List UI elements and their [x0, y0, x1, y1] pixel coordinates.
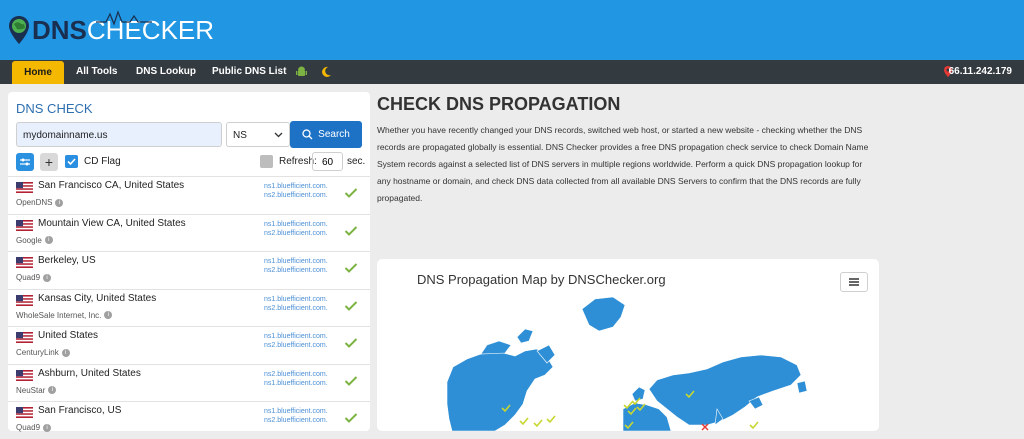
- ns-record-2: ns2.bluefficient.com.: [264, 229, 328, 237]
- search-button[interactable]: Search: [290, 121, 362, 148]
- info-icon[interactable]: i: [48, 386, 57, 395]
- pulse-line-icon: [96, 10, 152, 26]
- server-provider: Google i: [16, 236, 53, 245]
- search-button-label: Search: [318, 129, 350, 140]
- ns-record-1: ns1.bluefficient.com.: [264, 333, 328, 340]
- refresh-unit: sec.: [347, 156, 366, 167]
- server-provider: CenturyLink i: [16, 348, 70, 357]
- server-provider: OpenDNS i: [16, 198, 64, 207]
- server-location: Mountain View CA, United States: [38, 217, 186, 229]
- info-icon[interactable]: i: [61, 348, 70, 357]
- info-icon[interactable]: i: [104, 311, 113, 320]
- server-location: Ashburn, United States: [38, 367, 141, 379]
- main-nav: Home All Tools DNS Lookup Public DNS Lis…: [0, 60, 1024, 84]
- ns-record-1: ns1.bluefficient.com.: [264, 295, 328, 303]
- android-icon[interactable]: [296, 66, 307, 78]
- us-flag-icon: [16, 369, 33, 381]
- chevron-down-icon: [274, 132, 283, 138]
- header-bar: DNS CHECKER: [0, 0, 1024, 60]
- server-provider: NeuStar i: [16, 385, 57, 395]
- nav-dns-lookup[interactable]: DNS Lookup: [136, 60, 196, 84]
- add-server-button[interactable]: +: [40, 153, 58, 171]
- ns-record-2: ns2.bluefficient.com.: [264, 192, 328, 199]
- result-row: United States CenturyLink i ns1.bluefficien…: [8, 326, 370, 364]
- provider-name: Google: [16, 235, 42, 245]
- server-provider: WholeSale Internet, Inc. i: [16, 310, 113, 320]
- ns-record-1: ns1.bluefficient.com.: [264, 258, 328, 265]
- provider-name: CenturyLink: [16, 348, 59, 357]
- ns-record-2: ns2.bluefficient.com.: [264, 267, 328, 274]
- provider-name: NeuStar: [16, 385, 46, 395]
- dns-check-title: DNS CHECK: [16, 101, 93, 116]
- nav-all-tools[interactable]: All Tools: [76, 60, 117, 84]
- us-flag-icon: [16, 257, 33, 268]
- provider-name: OpenDNS: [16, 198, 53, 207]
- user-ip-address: 66.11.242.179: [948, 66, 1012, 77]
- server-location: Berkeley, US: [38, 255, 96, 266]
- nav-public-dns-list[interactable]: Public DNS List: [212, 60, 286, 84]
- refresh-checkbox[interactable]: [260, 155, 273, 168]
- check-success-icon: [344, 338, 358, 348]
- ns-record-1: ns2.bluefficient.com.: [264, 370, 328, 378]
- plus-icon: +: [44, 154, 54, 170]
- server-location: Kansas City, United States: [38, 292, 157, 304]
- page-title: CHECK DNS PROPAGATION: [377, 94, 621, 114]
- logo-text-dns: DNS: [32, 14, 87, 45]
- check-success-icon: [344, 188, 358, 198]
- check-success-icon: [344, 225, 358, 236]
- server-location: United States: [38, 330, 99, 341]
- result-row: Berkeley, US Quad9 i ns1.bluefficient.com. n…: [8, 251, 370, 289]
- propagation-map-card: DNS Propagation Map by DNSChecker.org: [377, 259, 879, 431]
- record-type-select[interactable]: NS: [226, 122, 290, 147]
- checkmark-icon: [67, 158, 76, 166]
- ns-record-1: ns1.bluefficient.com.: [264, 408, 328, 415]
- server-provider: Quad9 i: [16, 273, 52, 282]
- us-flag-icon: [16, 219, 33, 231]
- ns-record-1: ns1.bluefficient.com.: [264, 220, 328, 228]
- result-row: San Francisco, US Quad9 i ns1.bluefficient.…: [8, 401, 370, 439]
- info-icon[interactable]: i: [44, 236, 53, 245]
- dns-check-panel: DNS CHECK mydomainname.us NS Search + CD…: [8, 92, 370, 432]
- domain-input[interactable]: mydomainname.us: [16, 122, 222, 147]
- ns-record-2: ns2.bluefficient.com.: [264, 417, 328, 424]
- result-row: San Francisco CA, United States OpenDNS i n…: [8, 176, 370, 214]
- provider-name: Quad9: [16, 273, 41, 282]
- dnschecker-logo[interactable]: DNS CHECKER: [8, 10, 214, 48]
- check-success-icon: [344, 375, 358, 386]
- record-type-value: NS: [233, 130, 247, 141]
- info-icon[interactable]: i: [43, 273, 52, 282]
- server-location: San Francisco CA, United States: [38, 180, 185, 191]
- world-map[interactable]: [377, 259, 879, 431]
- globe-pin-icon: [9, 16, 29, 44]
- result-row: Kansas City, United States WholeSale Inte…: [8, 288, 370, 327]
- page-description: Whether you have recently changed your D…: [377, 125, 869, 203]
- ns-record-1: ns1.bluefficient.com.: [264, 183, 328, 190]
- refresh-interval-input[interactable]: 60: [312, 152, 343, 171]
- cd-flag-checkbox[interactable]: [65, 155, 78, 168]
- moon-icon[interactable]: [321, 66, 332, 78]
- cd-flag-label: CD Flag: [84, 156, 121, 167]
- us-flag-icon: [16, 407, 33, 418]
- ns-record-2: ns2.bluefficient.com.: [264, 342, 328, 349]
- check-success-icon: [344, 263, 358, 273]
- sliders-icon: [20, 158, 30, 166]
- us-flag-icon: [16, 182, 33, 193]
- provider-name: WholeSale Internet, Inc.: [16, 310, 102, 320]
- ns-record-2: ns2.bluefficient.com.: [264, 304, 328, 312]
- result-row: Ashburn, United States NeuStar i ns2.blueff…: [8, 363, 370, 402]
- us-flag-icon: [16, 332, 33, 343]
- ns-record-2: ns1.bluefficient.com.: [264, 379, 328, 387]
- check-success-icon: [344, 300, 358, 311]
- filter-options-button[interactable]: [16, 153, 34, 171]
- check-success-icon: [344, 413, 358, 423]
- result-row: Mountain View CA, United States Google i ns…: [8, 213, 370, 252]
- search-icon: [302, 129, 313, 140]
- info-icon[interactable]: i: [55, 198, 64, 207]
- nav-home[interactable]: Home: [12, 61, 64, 84]
- us-flag-icon: [16, 294, 33, 306]
- server-location: San Francisco, US: [38, 405, 122, 416]
